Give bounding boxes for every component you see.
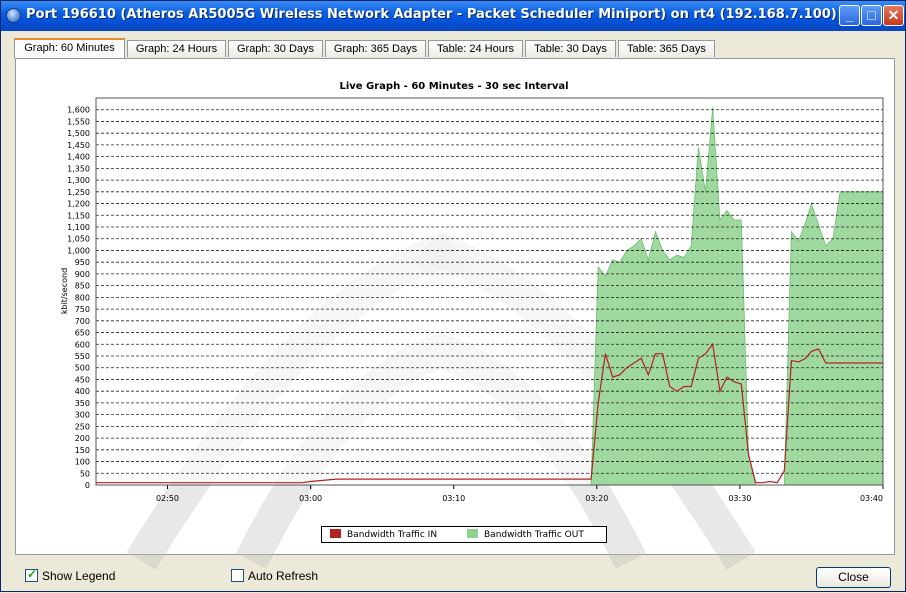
show-legend-checkbox[interactable]: ✓ bbox=[25, 567, 38, 582]
y-tick-label: 850 bbox=[75, 282, 90, 291]
y-tick-label: 1,100 bbox=[67, 223, 90, 232]
chart-legend: Bandwidth Traffic IN Bandwidth Traffic O… bbox=[321, 526, 607, 543]
legend-item-in: Bandwidth Traffic IN bbox=[330, 529, 437, 540]
y-tick-label: 100 bbox=[75, 458, 90, 467]
y-tick-label: 800 bbox=[75, 293, 90, 302]
y-tick-label: 1,300 bbox=[67, 176, 90, 185]
y-tick-label: 1,200 bbox=[67, 200, 90, 209]
y-tick-label: 550 bbox=[75, 352, 90, 361]
y-tick-label: 150 bbox=[75, 446, 90, 455]
y-tick-label: 900 bbox=[75, 270, 90, 279]
y-axis-label: kbit/second bbox=[60, 268, 69, 314]
y-tick-label: 450 bbox=[75, 375, 90, 384]
footer-bar: ✓ Show Legend Auto Refresh Close bbox=[1, 559, 906, 593]
legend-label-in: Bandwidth Traffic IN bbox=[347, 530, 438, 540]
y-tick-label: 50 bbox=[80, 469, 90, 478]
y-tick-label: 950 bbox=[75, 258, 90, 267]
y-tick-label: 1,450 bbox=[67, 141, 90, 150]
y-tick-label: 700 bbox=[75, 317, 90, 326]
y-tick-label: 600 bbox=[75, 340, 90, 349]
x-tick-label: 03:10 bbox=[442, 494, 465, 503]
auto-refresh-label[interactable]: Auto Refresh bbox=[248, 569, 318, 583]
show-legend-label[interactable]: Show Legend bbox=[42, 569, 115, 583]
plot-area bbox=[95, 97, 884, 486]
auto-refresh-checkbox[interactable] bbox=[231, 569, 244, 582]
y-tick-label: 200 bbox=[75, 434, 90, 443]
y-tick-label: 1,000 bbox=[67, 246, 90, 255]
legend-item-out: Bandwidth Traffic OUT bbox=[467, 529, 584, 540]
y-tick-label: 1,250 bbox=[67, 188, 90, 197]
graph-window: Port 196610 (Atheros AR5005G Wireless Ne… bbox=[0, 0, 906, 592]
close-button[interactable]: Close bbox=[816, 567, 891, 588]
y-tick-label: 0 bbox=[85, 481, 90, 490]
y-tick-label: 1,150 bbox=[67, 211, 90, 220]
y-tick-label: 300 bbox=[75, 411, 90, 420]
y-tick-label: 500 bbox=[75, 364, 90, 373]
bandwidth-chart: 0 50 100 150 200 250 300 350 400 450 500 550 600 650 7… bbox=[60, 97, 884, 503]
y-tick-label: 1,350 bbox=[67, 164, 90, 173]
y-tick-label: 1,600 bbox=[67, 106, 90, 115]
x-tick-label: 03:40 bbox=[860, 494, 883, 503]
y-tick-label: 400 bbox=[75, 387, 90, 396]
y-tick-label: 1,400 bbox=[67, 153, 90, 162]
y-tick-label: 1,500 bbox=[67, 129, 90, 138]
y-tick-label: 1,550 bbox=[67, 117, 90, 126]
legend-swatch-in bbox=[330, 529, 341, 538]
x-tick-label: 03:20 bbox=[585, 494, 608, 503]
y-tick-label: 1,050 bbox=[67, 235, 90, 244]
x-tick-label: 02:50 bbox=[156, 494, 179, 503]
checkmark-icon: ✓ bbox=[27, 567, 38, 581]
x-tick-label: 03:00 bbox=[299, 494, 322, 503]
y-tick-label: 350 bbox=[75, 399, 90, 408]
y-tick-label: 750 bbox=[75, 305, 90, 314]
legend-label-out: Bandwidth Traffic OUT bbox=[484, 530, 584, 540]
legend-swatch-out bbox=[467, 529, 478, 538]
y-tick-label: 250 bbox=[75, 422, 90, 431]
x-tick-label: 03:30 bbox=[728, 494, 751, 503]
y-tick-label: 650 bbox=[75, 329, 90, 338]
